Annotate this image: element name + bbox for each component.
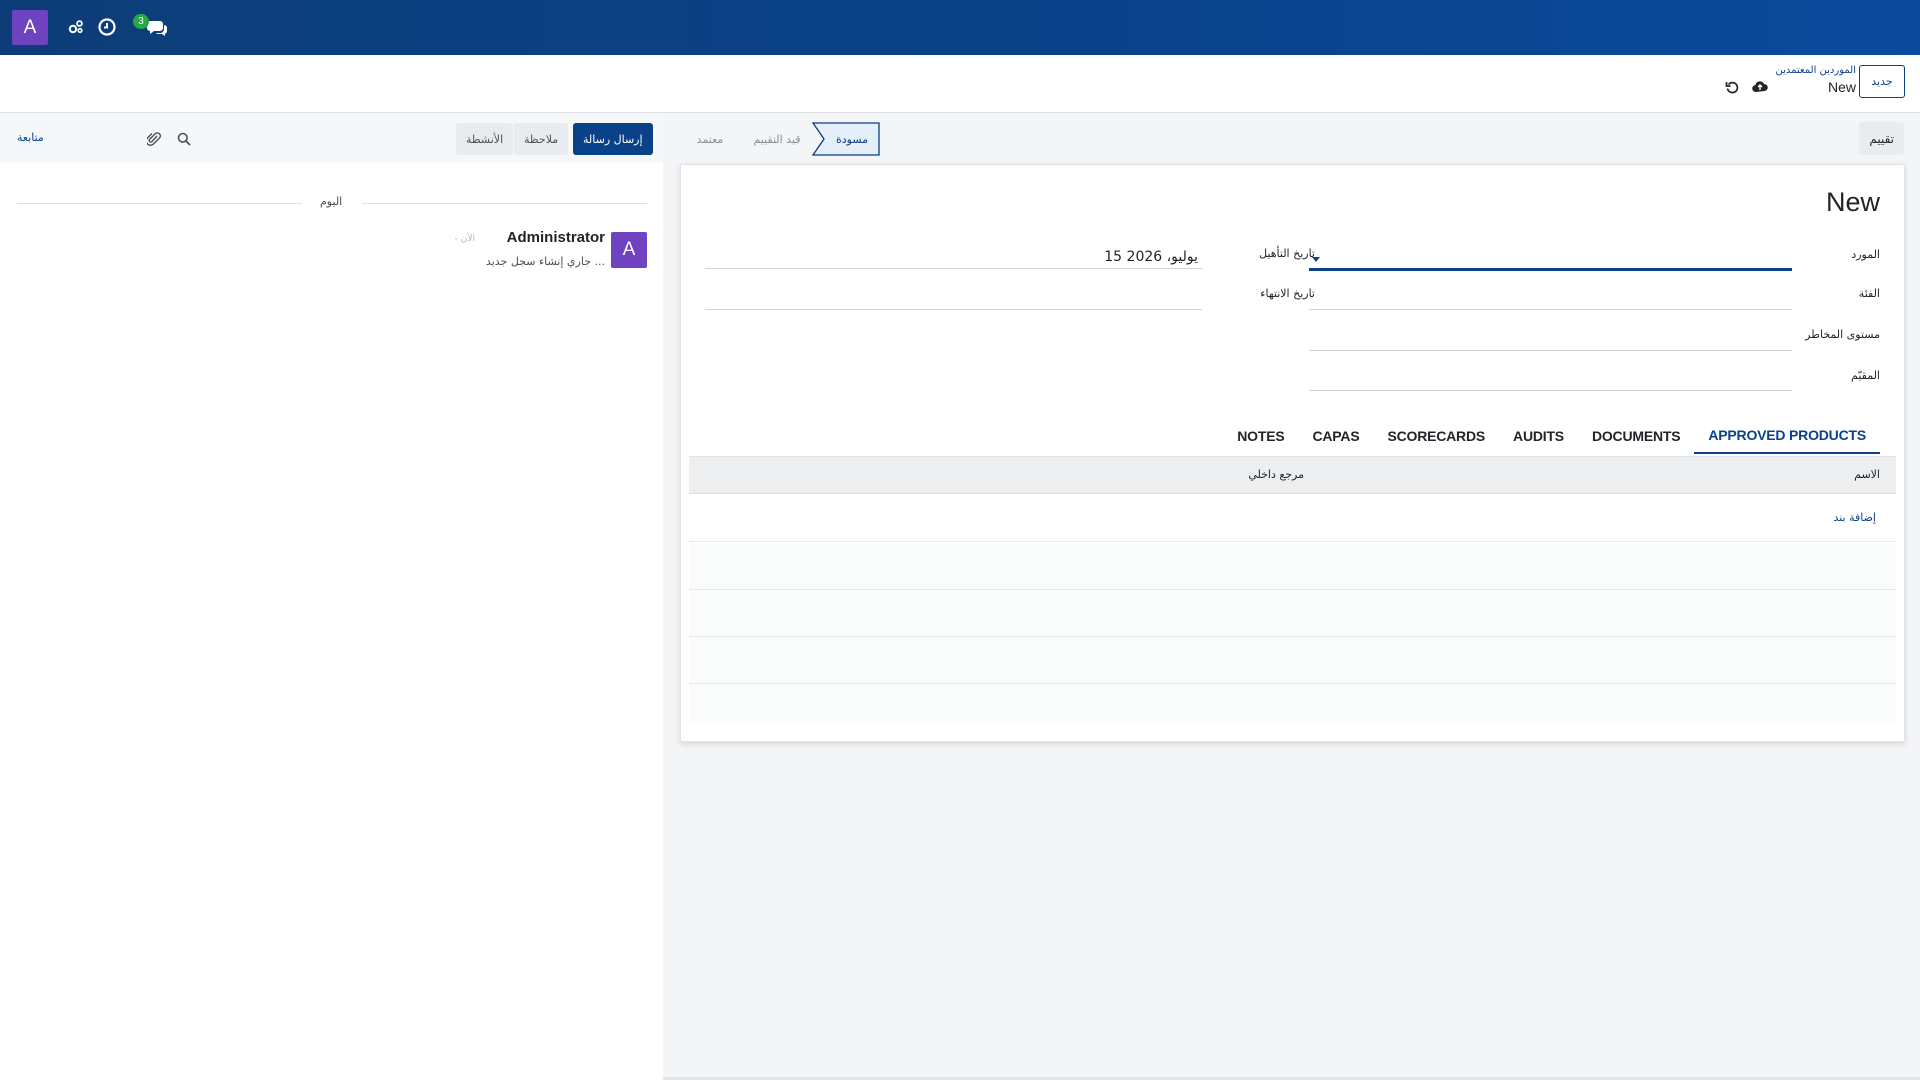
evaluate-button[interactable]: تقييم — [1859, 122, 1904, 155]
top-navbar: A 3 — [0, 0, 1920, 55]
category-field[interactable] — [1309, 286, 1792, 310]
log-note-button[interactable]: ملاحظة — [514, 123, 569, 155]
date-divider-right — [362, 203, 647, 204]
column-name-header[interactable]: الاسم — [1854, 468, 1880, 481]
supplier-field[interactable] — [1309, 244, 1792, 271]
tab-documents[interactable]: DOCUMENTS — [1578, 418, 1694, 454]
evaluator-field[interactable] — [1309, 367, 1792, 391]
chatter-topbar: إرسال رسالة ملاحظة الأنشطة متابعة — [0, 113, 663, 163]
message-author[interactable]: Administrator — [507, 229, 605, 246]
evaluator-label: المقيّم — [1851, 369, 1880, 382]
form-sheet: New المورد الفئة مستوى المخاطر المقيّم ت… — [680, 164, 1905, 742]
new-button[interactable]: جديد — [1859, 65, 1905, 98]
chatter-panel: إرسال رسالة ملاحظة الأنشطة متابعة اليوم … — [0, 113, 663, 1080]
settings-cogs-icon[interactable] — [64, 15, 88, 39]
qualification-date-label: تاريخ التأهيل — [1259, 247, 1315, 260]
stage-draft[interactable]: مسودة — [812, 122, 880, 156]
stage-approved[interactable]: معتمد — [679, 122, 741, 156]
status-bar: تقييم معتمد قيد التقييم مسودة — [679, 120, 1920, 160]
activities-button[interactable]: الأنشطة — [456, 123, 514, 155]
message-author-avatar[interactable]: A — [611, 232, 647, 268]
tab-audits[interactable]: AUDITS — [1499, 418, 1578, 454]
qualification-date-value: 15 يوليو، 2026 — [1104, 249, 1198, 265]
date-divider-left — [17, 203, 302, 204]
clock-icon[interactable] — [95, 15, 119, 39]
supplier-label: المورد — [1851, 248, 1880, 261]
user-avatar[interactable]: A — [12, 10, 48, 45]
date-separator: اليوم — [320, 195, 343, 208]
table-row — [689, 543, 1896, 590]
risk-level-field[interactable] — [1309, 327, 1792, 351]
qualification-date-field[interactable]: 15 يوليو، 2026 — [705, 245, 1202, 269]
message-body: جاري إنشاء سجل جديد ... — [485, 255, 605, 268]
breadcrumb-current: New — [1827, 79, 1856, 95]
send-message-button[interactable]: إرسال رسالة — [573, 123, 653, 155]
record-title: New — [1825, 187, 1880, 217]
expiry-date-label: تاريخ الانتهاء — [1260, 287, 1315, 300]
search-icon[interactable] — [175, 130, 193, 148]
add-line-link[interactable]: إضافة بند — [1833, 511, 1876, 524]
paperclip-icon[interactable] — [145, 130, 163, 148]
tab-approved-products[interactable]: APPROVED PRODUCTS — [1694, 418, 1880, 454]
message-time: - الآن — [454, 234, 475, 244]
save-cloud-icon[interactable] — [1750, 77, 1770, 97]
table-row — [689, 590, 1896, 637]
table-row — [689, 637, 1896, 684]
stage-draft-label: مسودة — [835, 132, 869, 146]
tab-capas[interactable]: CAPAS — [1298, 418, 1373, 454]
control-panel: جديد الموردين المعتمدين New — [0, 55, 1920, 113]
tab-scorecards[interactable]: SCORECARDS — [1373, 418, 1499, 454]
notebook-tabs: APPROVED PRODUCTS DOCUMENTS AUDITS SCORE… — [1223, 418, 1880, 454]
table-row — [689, 684, 1896, 724]
risk-level-label: مستوى المخاطر — [1805, 328, 1880, 341]
stage-under-evaluation[interactable]: قيد التقييم — [743, 122, 811, 156]
breadcrumb-parent-link[interactable]: الموردين المعتمدين — [1775, 65, 1856, 76]
category-label: الفئة — [1858, 287, 1880, 300]
column-internal-ref-header[interactable]: مرجع داخلي — [1248, 468, 1304, 481]
expiry-date-field[interactable] — [705, 286, 1202, 310]
follow-link[interactable]: متابعة — [17, 131, 44, 144]
table-row: إضافة بند — [689, 495, 1896, 542]
discard-undo-icon[interactable] — [1722, 77, 1742, 97]
tab-notes[interactable]: NOTES — [1223, 418, 1298, 454]
table-header: الاسم مرجع داخلي — [689, 456, 1896, 494]
discuss-counter-badge: 3 — [133, 14, 149, 29]
